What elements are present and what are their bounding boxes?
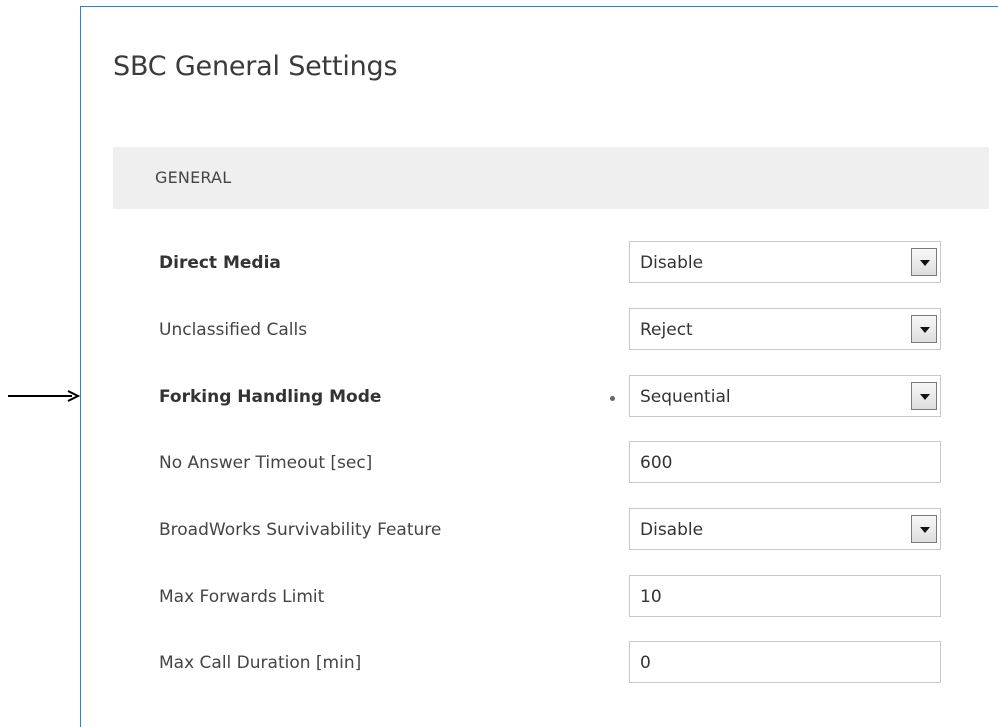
direct-media-value: Disable [640, 253, 704, 273]
direct-media-select[interactable]: Disable [629, 241, 941, 283]
chevron-down-icon[interactable] [911, 248, 937, 276]
chevron-down-icon[interactable] [911, 315, 937, 343]
chevron-down-icon[interactable] [911, 515, 937, 543]
broadworks-survivability-value: Disable [640, 520, 704, 540]
unclassified-calls-label: Unclassified Calls [159, 320, 308, 340]
max-call-duration-value: 0 [640, 653, 651, 673]
row-broadworks-survivability: BroadWorks Survivability Feature Disable [81, 508, 998, 554]
max-call-duration-input[interactable]: 0 [629, 641, 941, 683]
no-answer-timeout-value: 600 [640, 453, 673, 473]
max-forwards-limit-input[interactable]: 10 [629, 575, 941, 617]
broadworks-survivability-label: BroadWorks Survivability Feature [159, 520, 442, 540]
forking-handling-mode-value: Sequential [640, 387, 731, 407]
max-forwards-limit-value: 10 [640, 587, 662, 607]
no-answer-timeout-label: No Answer Timeout [sec] [159, 453, 373, 473]
row-max-forwards-limit: Max Forwards Limit 10 [81, 575, 998, 621]
row-unclassified-calls: Unclassified Calls Reject [81, 308, 998, 354]
settings-panel: SBC General Settings GENERAL Direct Medi… [80, 6, 998, 727]
section-header-general: GENERAL [113, 147, 989, 209]
row-no-answer-timeout: No Answer Timeout [sec] 600 [81, 441, 998, 487]
max-call-duration-label: Max Call Duration [min] [159, 653, 362, 673]
no-answer-timeout-input[interactable]: 600 [629, 441, 941, 483]
row-forking-handling-mode: Forking Handling Mode Sequential [81, 375, 998, 421]
section-title: GENERAL [155, 168, 232, 187]
direct-media-label: Direct Media [159, 253, 281, 273]
chevron-down-icon[interactable] [911, 382, 937, 410]
max-forwards-limit-label: Max Forwards Limit [159, 587, 325, 607]
modified-dot-icon [610, 396, 615, 401]
annotation-arrow-icon [8, 390, 80, 402]
forking-handling-mode-label: Forking Handling Mode [159, 387, 382, 407]
broadworks-survivability-select[interactable]: Disable [629, 508, 941, 550]
row-direct-media: Direct Media Disable [81, 241, 998, 287]
unclassified-calls-value: Reject [640, 320, 693, 340]
row-max-call-duration: Max Call Duration [min] 0 [81, 641, 998, 687]
forking-handling-mode-select[interactable]: Sequential [629, 375, 941, 417]
unclassified-calls-select[interactable]: Reject [629, 308, 941, 350]
page-title: SBC General Settings [113, 51, 398, 82]
